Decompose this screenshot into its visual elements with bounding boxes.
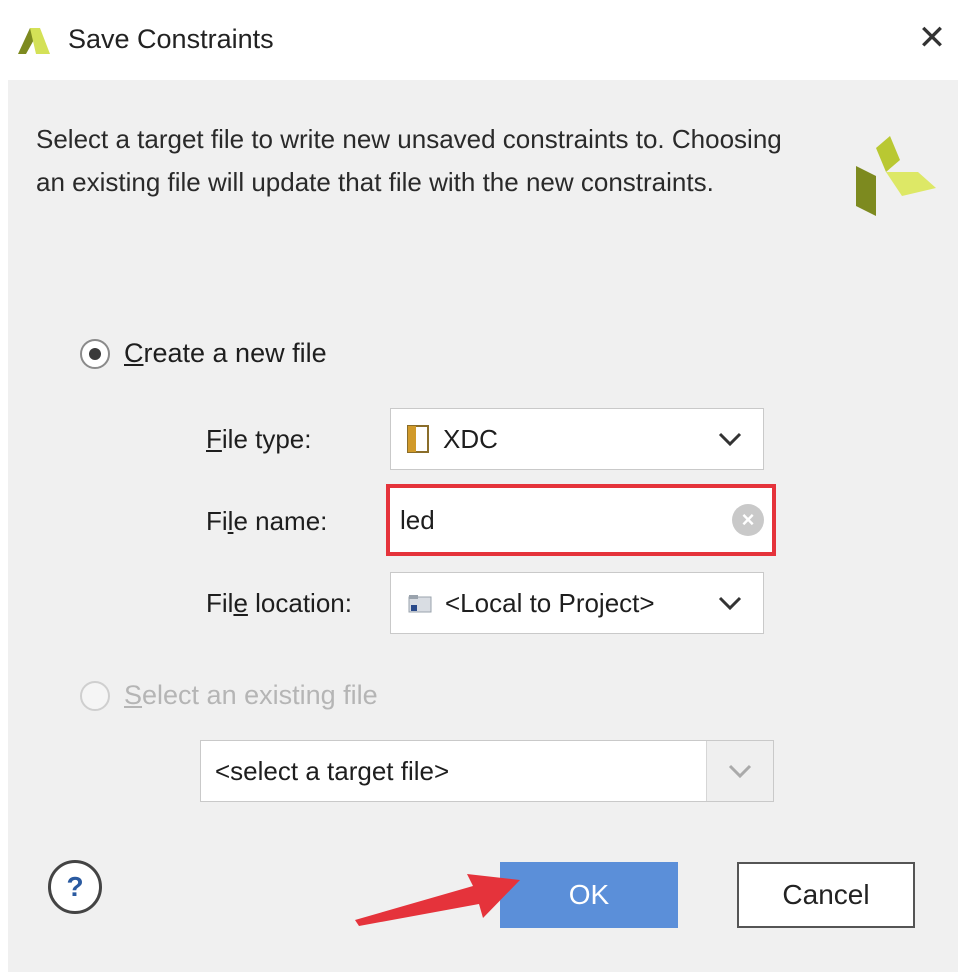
create-new-file-label: Create a new file: [124, 338, 327, 368]
chevron-down-icon: [718, 596, 742, 611]
create-new-file-radio[interactable]: [80, 338, 110, 369]
select-existing-file-option[interactable]: Select an existing file: [80, 680, 378, 711]
target-file-dropdown[interactable]: <select a target file>: [200, 740, 774, 802]
folder-icon: [408, 595, 432, 613]
cancel-button[interactable]: Cancel: [737, 862, 915, 928]
dialog-content: Select a target file to write new unsave…: [8, 80, 958, 972]
chevron-down-icon: [718, 432, 742, 447]
select-existing-file-radio[interactable]: [80, 680, 110, 711]
target-file-value: <select a target file>: [215, 755, 450, 786]
file-name-input[interactable]: led ×: [386, 484, 776, 556]
clear-icon[interactable]: ×: [732, 504, 764, 536]
xdc-file-icon: [407, 425, 429, 453]
ok-button[interactable]: OK: [500, 862, 678, 928]
file-type-label: File type:: [206, 424, 312, 454]
description-text: Select a target file to write new unsave…: [36, 124, 782, 197]
file-name-value: led: [400, 504, 435, 535]
create-new-file-option[interactable]: Create a new file: [80, 338, 327, 369]
target-file-dropdown-button[interactable]: [706, 741, 773, 801]
select-existing-file-label: Select an existing file: [124, 680, 378, 710]
title-bar: Save Constraints ✕: [0, 0, 966, 80]
file-name-label: File name:: [206, 506, 328, 536]
close-icon: ✕: [917, 19, 947, 57]
file-type-value: XDC: [443, 423, 498, 454]
file-location-value: <Local to Project>: [445, 587, 655, 618]
close-button[interactable]: ✕: [912, 18, 952, 58]
red-arrow-annotation-icon: [355, 874, 520, 926]
window-title: Save Constraints: [68, 24, 274, 54]
chevron-down-icon: [728, 764, 752, 779]
help-icon: ?: [66, 871, 84, 902]
file-location-dropdown[interactable]: <Local to Project>: [390, 572, 764, 634]
file-type-dropdown[interactable]: XDC: [390, 408, 764, 470]
file-location-label: File location:: [206, 588, 352, 618]
vivado-logo-icon: [856, 136, 936, 216]
app-logo-icon: [18, 28, 50, 54]
help-button[interactable]: ?: [48, 860, 102, 914]
